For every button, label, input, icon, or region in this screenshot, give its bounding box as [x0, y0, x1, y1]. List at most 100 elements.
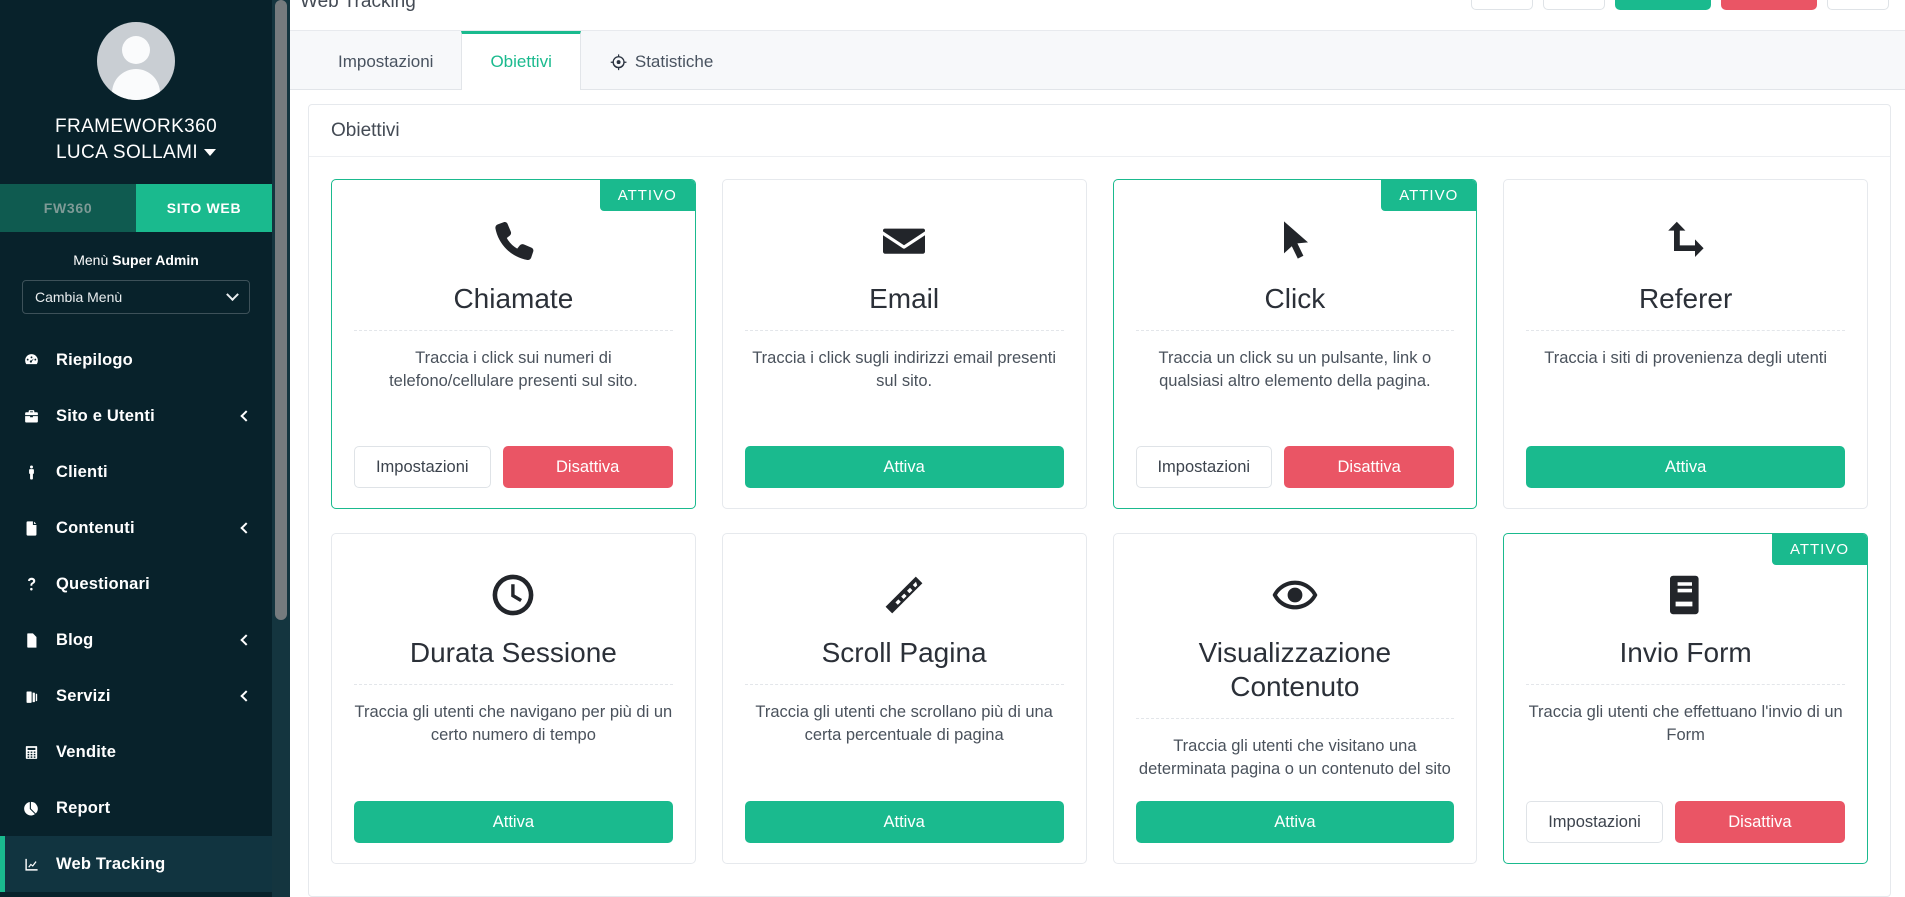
card-divider [354, 684, 673, 685]
menu-switch-label: Menù Super Admin [22, 252, 250, 268]
goal-card-actions: Impostazioni Disattiva [1526, 801, 1845, 843]
top-action-2[interactable] [1543, 0, 1605, 10]
click-settings-button[interactable]: Impostazioni [1135, 446, 1273, 488]
obiettivi-panel: Obiettivi ATTIVO Chiamate Traccia i click … [308, 104, 1891, 897]
goal-card-title: Click [1264, 283, 1326, 314]
goal-card-chiamate: ATTIVO Chiamate Traccia i click sui numeri… [331, 179, 696, 509]
top-action-more[interactable] [1827, 0, 1889, 10]
goal-card-description: Traccia gli utenti che visitano una dete… [1138, 737, 1451, 778]
menu-select[interactable]: Cambia Menù [22, 280, 250, 314]
button-label: Attiva [1664, 457, 1707, 476]
sidebar-item-contenuti[interactable]: Contenuti [0, 500, 272, 556]
card-divider [744, 684, 1064, 685]
card-divider [744, 330, 1064, 331]
goal-card-invio-form: ATTIVO Invio Form Traccia gli utenti che e… [1503, 533, 1868, 864]
goal-card-title: Durata Sessione [409, 637, 617, 668]
goal-card-description: Traccia un click su un pulsante, link o … [1158, 349, 1432, 390]
document-icon [18, 632, 44, 649]
button-label: Attiva [492, 812, 535, 831]
book-icon [1526, 560, 1845, 630]
tab-bar: Impostazioni Obiettivi Statistiche [290, 30, 1905, 90]
sidebar-item-questionari[interactable]: Questionari [0, 556, 272, 612]
topbar: Web Tracking [290, 0, 1905, 30]
sidebar-item-servizi[interactable]: Servizi [0, 668, 272, 724]
profile-block: FRAMEWORK360 LUCA SOLLAMI [0, 0, 272, 184]
chevron-left-icon [240, 634, 252, 646]
segment-sito-web[interactable]: SITO WEB [136, 184, 272, 232]
tab-impostazioni[interactable]: Impostazioni [310, 31, 461, 89]
goal-card-scroll-pagina: Scroll Pagina Traccia gli utenti che scro… [721, 533, 1087, 864]
sidebar-item-report[interactable]: Report [0, 780, 272, 836]
goal-card-title: Chiamate [453, 283, 574, 314]
sidebar-item-blog[interactable]: Blog [0, 612, 272, 668]
gauge-icon [18, 352, 44, 369]
button-label: Disattiva [1728, 812, 1792, 831]
button-label: Impostazioni [375, 457, 469, 476]
durata-sessione-activate-button[interactable]: Attiva [354, 801, 673, 843]
goal-card-description: Traccia i click sui numeri di telefono/c… [389, 349, 638, 390]
sidebar: FRAMEWORK360 LUCA SOLLAMI FW360 SITO WEB… [0, 0, 272, 897]
tab-label: Obiettivi [490, 52, 552, 71]
goal-card-actions: Attiva [1135, 801, 1455, 843]
sidebar-item-label: Blog [56, 630, 94, 649]
invio-form-settings-button[interactable]: Impostazioni [1526, 801, 1663, 843]
sidebar-item-riepilogo[interactable]: Riepilogo [0, 332, 272, 388]
sidebar-item-web-tracking[interactable]: Web Tracking [0, 836, 272, 892]
tab-obiettivi[interactable]: Obiettivi [461, 31, 581, 90]
sidebar-item-label: Web Tracking [56, 854, 166, 873]
goal-card-description: Traccia gli utenti che effettuano l'invi… [1528, 703, 1843, 744]
click-deactivate-button[interactable]: Disattiva [1284, 446, 1455, 488]
sidebar-item-label: Clienti [56, 462, 108, 481]
referer-activate-button[interactable]: Attiva [1526, 446, 1845, 488]
app-root: FRAMEWORK360 LUCA SOLLAMI FW360 SITO WEB… [0, 0, 1905, 897]
content-scrollbar[interactable] [272, 0, 290, 897]
chevron-left-icon [240, 410, 252, 422]
email-activate-button[interactable]: Attiva [744, 446, 1064, 488]
sidebar-item-vendite[interactable]: Vendite [0, 724, 272, 780]
goal-card-actions: Attiva [744, 446, 1064, 488]
sidebar-item-label: Riepilogo [56, 350, 133, 369]
question-icon [18, 576, 44, 593]
sidebar-item-clienti[interactable]: Clienti [0, 444, 272, 500]
goal-card-title: Email [869, 283, 940, 314]
button-label: Disattiva [556, 457, 620, 476]
card-divider [1135, 718, 1455, 719]
chiamate-deactivate-button[interactable]: Disattiva [502, 446, 673, 488]
button-label: Impostazioni [1548, 812, 1641, 831]
invio-form-deactivate-button[interactable]: Disattiva [1674, 801, 1845, 843]
goal-card-actions: Attiva [1526, 446, 1845, 488]
top-action-buttons [1471, 0, 1889, 10]
status-badge: ATTIVO [599, 180, 695, 211]
eye-icon [1136, 560, 1455, 630]
avatar[interactable] [97, 22, 175, 100]
goal-card-title: Referer [1638, 283, 1733, 314]
menu-select-value: Cambia Menù [35, 289, 123, 305]
button-label: Attiva [883, 457, 925, 476]
goal-card-description: Traccia i click sugli indirizzi email pr… [752, 349, 1057, 390]
visualizzazione-contenuto-activate-button[interactable]: Attiva [1135, 801, 1455, 843]
target-icon [609, 53, 627, 71]
sidebar-item-label: Servizi [56, 686, 111, 705]
top-action-delete[interactable] [1721, 0, 1817, 10]
scroll-pagina-activate-button[interactable]: Attiva [744, 801, 1064, 843]
goal-card-title: Visualizzazione Contenuto [1198, 637, 1392, 702]
user-menu[interactable]: LUCA SOLLAMI [0, 140, 272, 166]
suitcase-icon [18, 688, 44, 705]
briefcase-icon [18, 408, 44, 425]
chevron-down-icon [226, 287, 239, 301]
top-action-1[interactable] [1471, 0, 1533, 10]
sidebar-item-sito-e-utenti[interactable]: Sito e Utenti [0, 388, 272, 444]
phone-icon [354, 206, 673, 276]
scrollbar-thumb[interactable] [275, 0, 287, 620]
top-action-save[interactable] [1615, 0, 1711, 10]
chiamate-settings-button[interactable]: Impostazioni [354, 446, 491, 488]
chevron-left-icon [240, 690, 252, 702]
sidebar-item-label: Vendite [56, 742, 117, 761]
goal-card-actions: Attiva [744, 801, 1064, 843]
segment-fw360[interactable]: FW360 [0, 184, 136, 232]
goal-card-referer: Referer Traccia i siti di provenienza deg… [1503, 179, 1868, 509]
org-name: FRAMEWORK360 [54, 116, 218, 137]
chevron-down-icon [204, 149, 217, 156]
tab-statistiche[interactable]: Statistiche [581, 31, 741, 89]
sidebar-item-label: Sito e Utenti [56, 406, 155, 425]
